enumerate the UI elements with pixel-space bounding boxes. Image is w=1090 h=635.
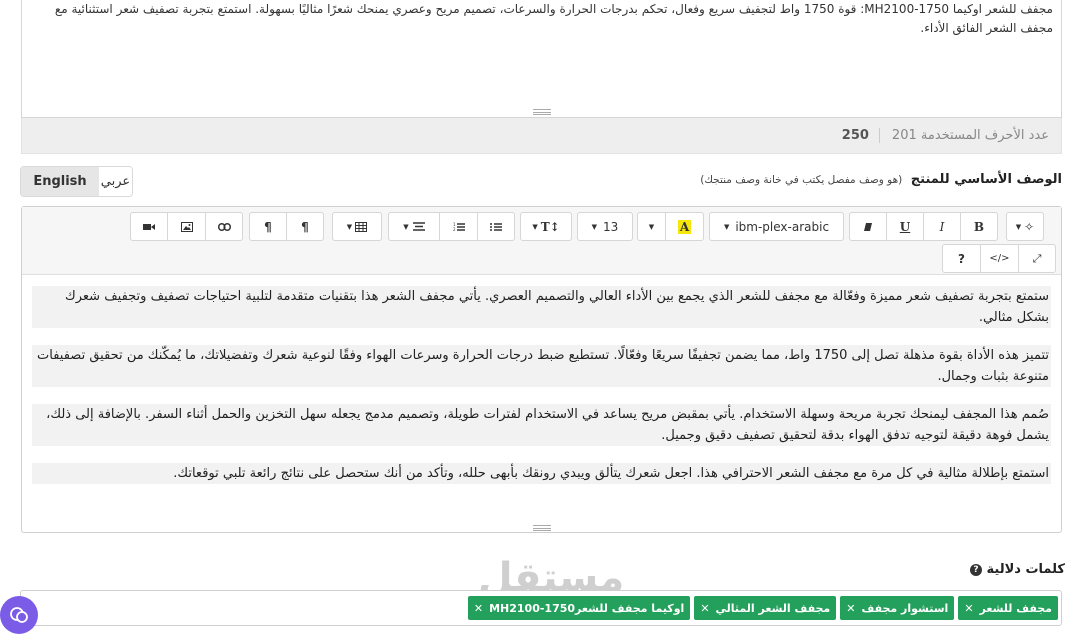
fullscreen-icon: ⤢ [1032,251,1042,265]
main-description-title: الوصف الأساسي للمنتج [910,172,1062,187]
text-style-group: U I B [849,212,998,241]
italic-button[interactable]: I [923,212,961,241]
caret-down-icon: ▼ [346,222,353,231]
keyword-tag-label: استشوار مجفف [861,601,949,615]
editor-resize-handle[interactable] [532,525,551,531]
magic-style-dropdown-button[interactable]: ▼ ✧ [1006,212,1044,241]
font-size-value: 13 [603,219,619,234]
caret-down-icon: ▼ [532,222,538,231]
question-circle-icon[interactable]: ? [969,563,982,576]
align-icon [412,222,425,231]
line-height-dropdown-button[interactable]: ▼ T↕ [520,212,572,241]
rtl-icon: ¶ [264,219,272,234]
counter-max: 250 [842,128,880,143]
bold-button[interactable]: B [960,212,998,241]
rtl-button[interactable]: ¶ [249,212,287,241]
misc-group: ? </> ⤢ [942,244,1056,273]
align-dropdown-button[interactable]: ▼ [388,212,440,241]
editor-paragraph: تتميز هذه الأداة بقوة مذهلة تصل إلى 1750… [32,345,1051,387]
ordered-list-button[interactable]: 12 [439,212,478,241]
list-group: ▼ 12 [388,212,515,241]
highlight-color-button[interactable]: A [665,212,704,241]
eraser-icon [864,222,872,231]
language-switch: English عربي [20,166,133,197]
table-icon [355,221,368,232]
keyword-tag-label: مجفف للشعر [979,601,1052,615]
chat-icon [10,607,28,623]
table-group: ▼ [332,212,382,241]
color-group: ▼ A [637,212,704,241]
unordered-list-button[interactable] [477,212,515,241]
remove-tag-icon[interactable]: ✕ [700,602,709,615]
main-description-label: الوصف الأساسي للمنتج (هو وصف مفصل يكتب ف… [700,172,1062,187]
editor-paragraph: ستمتع بتجربة تصفيف شعر مميزة وفعّالة مع … [32,286,1051,328]
line-height-group: ▼ T↕ [520,212,572,241]
editor-paragraph: صُمم هذا المجفف ليمنحك تجربة مريحة وسهلة… [32,404,1051,446]
code-view-button[interactable]: </> [980,244,1019,273]
language-english-button[interactable]: English [21,167,99,196]
caret-down-icon: ▼ [648,222,655,231]
keywords-label: كلمات دلالية ? [965,562,1065,577]
rich-text-editor: ¶ ¶ ▼ ▼ 12 ▼ T↕ ▼ 13 ▼ A ▼ ibm-plex-arab… [21,206,1062,533]
keyword-tag: استشوار مجفف ✕ [840,596,955,620]
main-description-hint: (هو وصف مفصل يكتب في خانة وصف منتجك) [700,174,903,186]
font-name-dropdown[interactable]: ▼ ibm-plex-arabic [709,212,844,241]
counter-label: عدد الأحرف المستخدمة [920,128,1049,143]
remove-tag-icon[interactable]: ✕ [964,602,973,615]
unordered-list-icon [490,222,502,231]
keywords-label-text: كلمات دلالية [986,562,1065,577]
highlight-icon: A [677,219,692,234]
magic-wand-icon: ✧ [1024,219,1035,234]
line-height-icon: T↕ [540,219,560,234]
help-button[interactable]: ? [942,244,981,273]
font-size-group: ▼ 13 [577,212,633,241]
underline-button[interactable]: U [886,212,924,241]
caret-down-icon: ▼ [723,222,730,231]
fullscreen-button[interactable]: ⤢ [1018,244,1056,273]
character-counter: عدد الأحرف المستخدمة 201 250 [21,118,1062,154]
image-button[interactable] [167,212,206,241]
ltr-button[interactable]: ¶ [286,212,324,241]
short-description-text: مجفف للشعر اوكيما MH2100-1750: قوة 1750 … [54,2,1053,35]
editor-content-area[interactable]: ستمتع بتجربة تصفيف شعر مميزة وفعّالة مع … [22,276,1061,521]
color-dropdown-button[interactable]: ▼ [637,212,666,241]
caret-down-icon: ▼ [1015,222,1022,231]
video-button[interactable] [130,212,168,241]
image-icon [180,221,193,232]
keyword-tag-label: اوكيما مجفف للشعرMH2100-1750 [489,601,685,615]
ordered-list-icon: 12 [453,222,465,232]
direction-group: ¶ ¶ [249,212,324,241]
keywords-tags-input[interactable]: مجفف للشعر ✕ استشوار مجفف ✕ مجفف الشعر ا… [20,590,1062,626]
font-size-dropdown[interactable]: ▼ 13 [577,212,633,241]
video-icon [143,223,155,230]
font-name-value: ibm-plex-arabic [735,219,830,234]
font-name-group: ▼ ibm-plex-arabic [709,212,844,241]
link-icon [217,222,231,231]
svg-text:2: 2 [453,227,456,232]
remove-tag-icon[interactable]: ✕ [474,602,483,615]
remove-tag-icon[interactable]: ✕ [846,602,855,615]
editor-paragraph: استمتع بإطلالة مثالية في كل مرة مع مجفف … [32,463,1051,484]
table-dropdown-button[interactable]: ▼ [332,212,382,241]
caret-down-icon: ▼ [403,222,409,231]
language-arabic-button[interactable]: عربي [99,167,132,196]
keyword-tag: اوكيما مجفف للشعرMH2100-1750 ✕ [467,596,691,620]
resize-handle[interactable] [532,109,551,115]
counter-used: 201 [891,128,917,143]
eraser-button[interactable] [849,212,887,241]
editor-toolbar: ¶ ¶ ▼ ▼ 12 ▼ T↕ ▼ 13 ▼ A ▼ ibm-plex-arab… [22,207,1061,275]
style-group: ▼ ✧ [1006,212,1044,241]
insert-group [130,212,243,241]
link-button[interactable] [205,212,243,241]
chat-button[interactable] [0,596,38,634]
ltr-icon: ¶ [301,219,309,234]
keyword-tag-label: مجفف الشعر المثالي [715,601,831,615]
keyword-tag: مجفف للشعر ✕ [958,596,1058,620]
caret-down-icon: ▼ [591,222,598,231]
keyword-tag: مجفف الشعر المثالي ✕ [694,596,837,620]
short-description-textarea[interactable]: مجفف للشعر اوكيما MH2100-1750: قوة 1750 … [21,0,1062,118]
